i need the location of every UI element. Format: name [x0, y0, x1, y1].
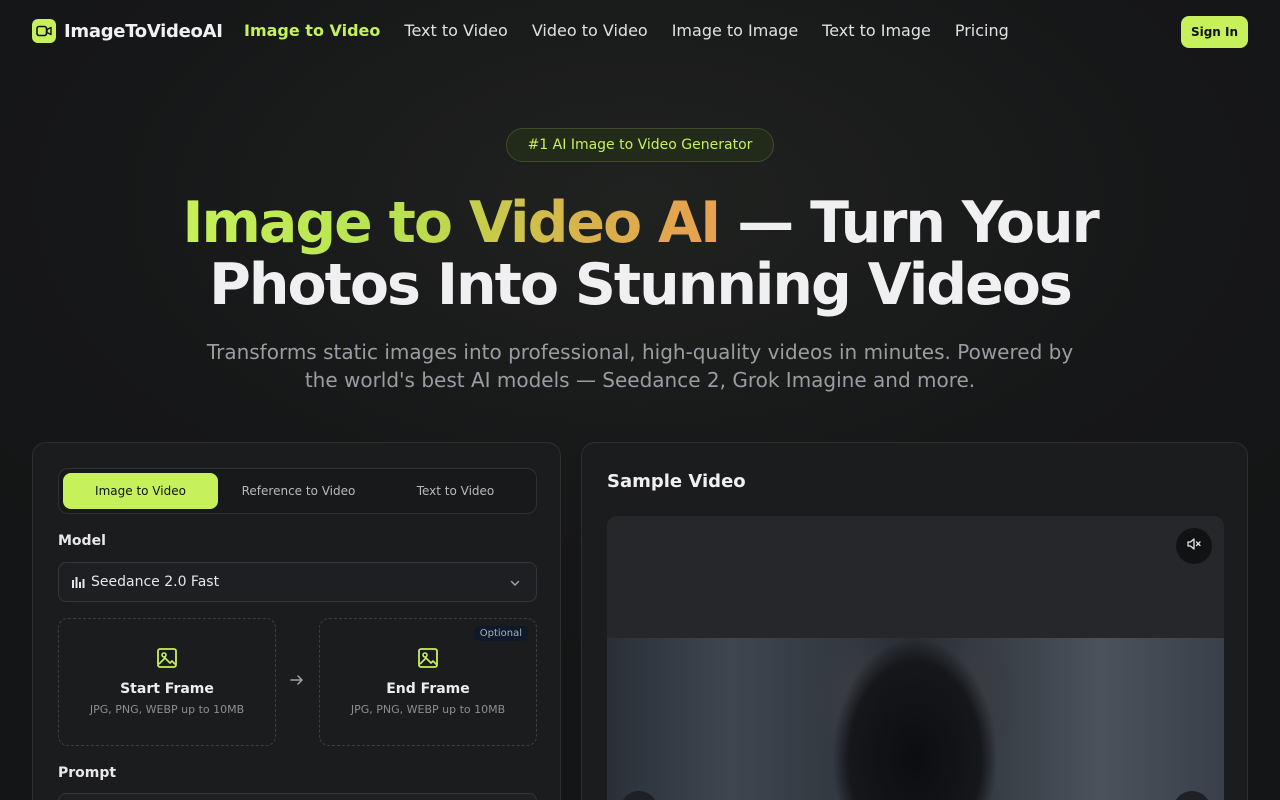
top-navbar: ImageToVideoAI Image to Video Text to Vi…	[0, 0, 1280, 64]
nav-pricing[interactable]: Pricing	[955, 21, 1009, 40]
prompt-input[interactable]	[58, 793, 537, 800]
arrow-right-icon	[289, 672, 305, 692]
hero-title-highlight: Image to Video AI	[182, 190, 721, 256]
bar-chart-icon	[71, 573, 85, 592]
main-nav: Image to Video Text to Video Video to Vi…	[244, 21, 1009, 40]
image-icon	[156, 647, 178, 673]
sign-in-button[interactable]: Sign In	[1181, 16, 1248, 48]
hero-title: Image to Video AI — Turn Your Photos Int…	[140, 192, 1140, 316]
model-label: Model	[58, 533, 106, 549]
start-frame-title: Start Frame	[120, 681, 214, 697]
end-frame-upload[interactable]: Optional End Frame JPG, PNG, WEBP up to …	[319, 618, 537, 746]
tab-reference-to-video[interactable]: Reference to Video	[221, 473, 376, 509]
start-frame-upload[interactable]: Start Frame JPG, PNG, WEBP up to 10MB	[58, 618, 276, 746]
end-frame-title: End Frame	[386, 681, 470, 697]
model-select[interactable]: Seedance 2.0 Fast	[58, 562, 537, 602]
nav-video-to-video[interactable]: Video to Video	[532, 21, 648, 40]
sample-panel: Sample Video	[581, 442, 1248, 800]
model-value: Seedance 2.0 Fast	[91, 574, 220, 590]
mute-button[interactable]	[1176, 528, 1212, 564]
mode-tabs: Image to Video Reference to Video Text t…	[58, 468, 537, 514]
nav-text-to-video[interactable]: Text to Video	[404, 21, 507, 40]
sample-video[interactable]	[607, 516, 1224, 800]
hero-badge: #1 AI Image to Video Generator	[506, 128, 774, 162]
tab-image-to-video[interactable]: Image to Video	[63, 473, 218, 509]
video-frame	[607, 638, 1224, 800]
hero-title-rest-1: — Turn Your	[719, 190, 1099, 256]
tab-text-to-video[interactable]: Text to Video	[378, 473, 533, 509]
start-frame-hint: JPG, PNG, WEBP up to 10MB	[89, 703, 245, 716]
image-icon	[417, 647, 439, 673]
chevron-down-icon	[508, 575, 522, 594]
speaker-muted-icon	[1186, 536, 1202, 556]
nav-image-to-image[interactable]: Image to Image	[672, 21, 798, 40]
end-frame-hint: JPG, PNG, WEBP up to 10MB	[350, 703, 506, 716]
hero-subtitle: Transforms static images into profession…	[206, 340, 1074, 392]
hero-title-rest-2: Photos Into Stunning Videos	[209, 252, 1073, 318]
nav-text-to-image[interactable]: Text to Image	[822, 21, 931, 40]
video-camera-icon	[32, 19, 56, 43]
logo-text: ImageToVideoAI	[64, 20, 223, 42]
logo[interactable]: ImageToVideoAI	[32, 19, 223, 43]
generator-panel: Image to Video Reference to Video Text t…	[32, 442, 561, 800]
sample-title: Sample Video	[607, 471, 746, 492]
nav-image-to-video[interactable]: Image to Video	[244, 21, 380, 40]
prompt-label: Prompt	[58, 765, 117, 781]
optional-badge: Optional	[473, 626, 528, 641]
